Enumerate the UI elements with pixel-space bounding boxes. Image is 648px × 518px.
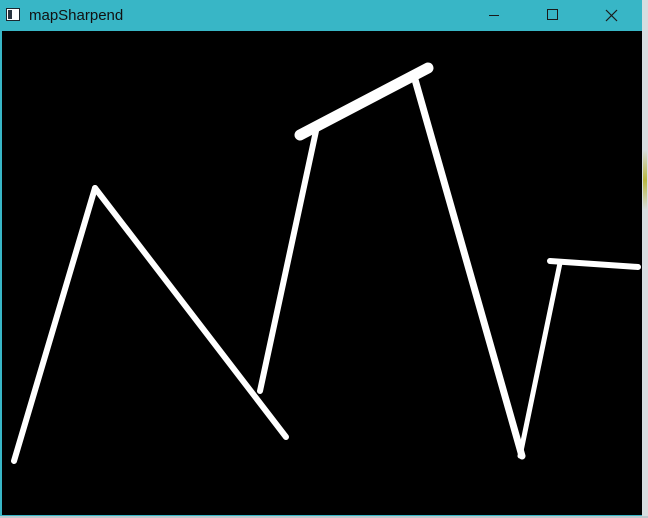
close-icon — [605, 9, 618, 22]
title-bar[interactable]: mapSharpend — [0, 0, 642, 31]
maximize-button[interactable] — [530, 0, 576, 31]
map-stroke-1 — [11, 185, 98, 464]
desktop-background — [642, 0, 648, 518]
window-title: mapSharpend — [29, 7, 124, 24]
maximize-icon — [547, 9, 558, 20]
map-stroke-7 — [547, 258, 641, 270]
minimize-icon — [489, 15, 499, 16]
close-button[interactable] — [589, 0, 635, 31]
app-window: mapSharpend — [0, 0, 642, 516]
sharpened-map-image — [11, 62, 641, 464]
map-stroke-6 — [517, 260, 563, 459]
map-stroke-2 — [92, 185, 289, 440]
map-stroke-3 — [257, 128, 319, 394]
desktop-background-detail — [643, 150, 647, 210]
map-stroke-5 — [410, 72, 526, 460]
image-canvas — [2, 31, 642, 515]
map-stroke-4 — [294, 62, 434, 141]
app-window-icon[interactable] — [6, 8, 20, 21]
minimize-button[interactable] — [471, 0, 517, 31]
